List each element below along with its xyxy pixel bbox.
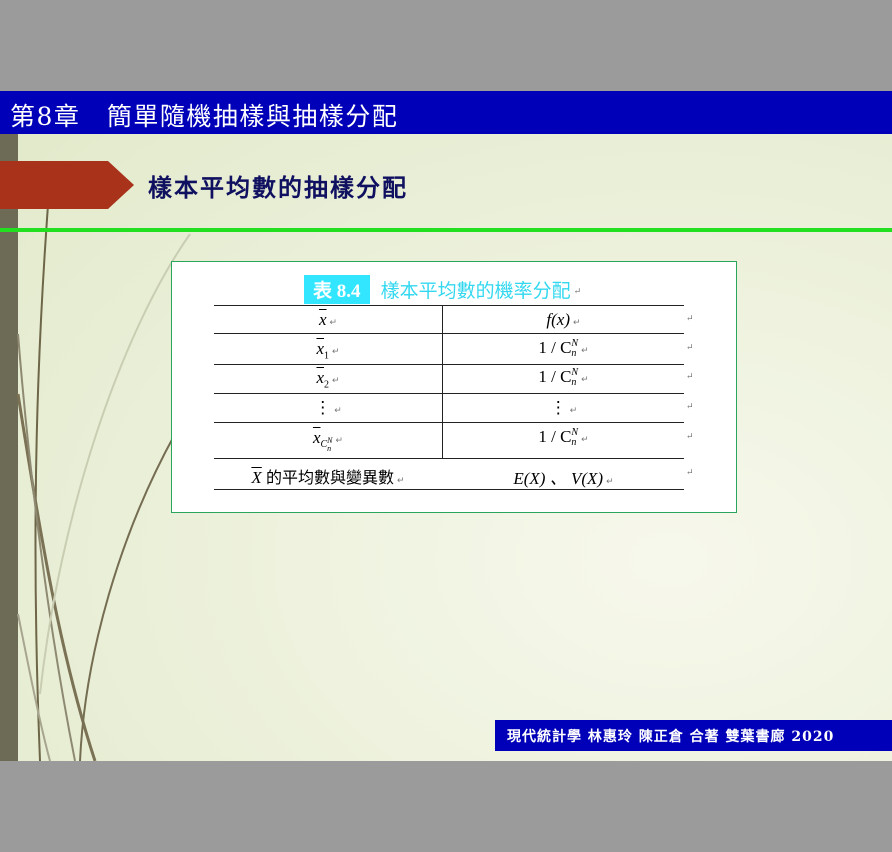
table-row: xCN n↵	[312, 428, 344, 454]
caption-tag: 表 8.4	[304, 275, 370, 304]
header-fx: f(x) ↵	[546, 310, 581, 329]
table-caption: 表 8.4 樣本平均數的機率分配 ↵	[304, 275, 581, 304]
chapter-header: 第8章 簡單隨機抽樣與抽樣分配	[0, 91, 892, 134]
table-row-rule	[214, 458, 684, 459]
footer-credit: 現代統計學 林惠玲 陳正倉 合著 雙葉書廊 2020	[507, 729, 835, 745]
table-bottom-rule	[214, 489, 684, 490]
caption-title: 樣本平均數的機率分配	[380, 280, 571, 302]
table-row-rule	[214, 422, 684, 423]
divider-line	[0, 228, 892, 232]
table-row: 1 / CN n ↵	[538, 338, 589, 360]
header-x: x ↵	[318, 310, 338, 329]
footer-credit-bar: 現代統計學 林惠玲 陳正倉 合著 雙葉書廊 2020	[495, 720, 892, 751]
table-summary-value: E(X) 、 V(X) ↵	[513, 469, 614, 488]
table-row: 1 / CN n ↵	[538, 427, 589, 449]
section-title: 樣本平均數的抽樣分配	[148, 173, 408, 202]
table-summary-row: X 的平均數與變異數 ↵	[251, 468, 405, 487]
table-row: ⋮ ↵	[549, 398, 578, 417]
table-row-rule	[214, 364, 684, 365]
table-top-rule	[214, 305, 684, 306]
table-figure: 表 8.4 樣本平均數的機率分配 ↵ x ↵ f(x) ↵ ↵ x1 ↵ 1 / CN n…	[171, 261, 737, 513]
section-arrow-tab	[0, 161, 134, 209]
table-row: ⋮ ↵	[314, 398, 342, 417]
table-row: x1 ↵	[316, 339, 340, 362]
table-row: 1 / CN n ↵	[538, 367, 589, 389]
table-row-rule	[214, 393, 684, 394]
chapter-title: 第8章 簡單隨機抽樣與抽樣分配	[10, 102, 399, 131]
table-row: x2 ↵	[316, 368, 340, 391]
table-header-rule	[214, 333, 684, 334]
slide: 第8章 簡單隨機抽樣與抽樣分配 樣本平均數的抽樣分配 表 8.4 樣本平均數的機…	[0, 91, 892, 761]
